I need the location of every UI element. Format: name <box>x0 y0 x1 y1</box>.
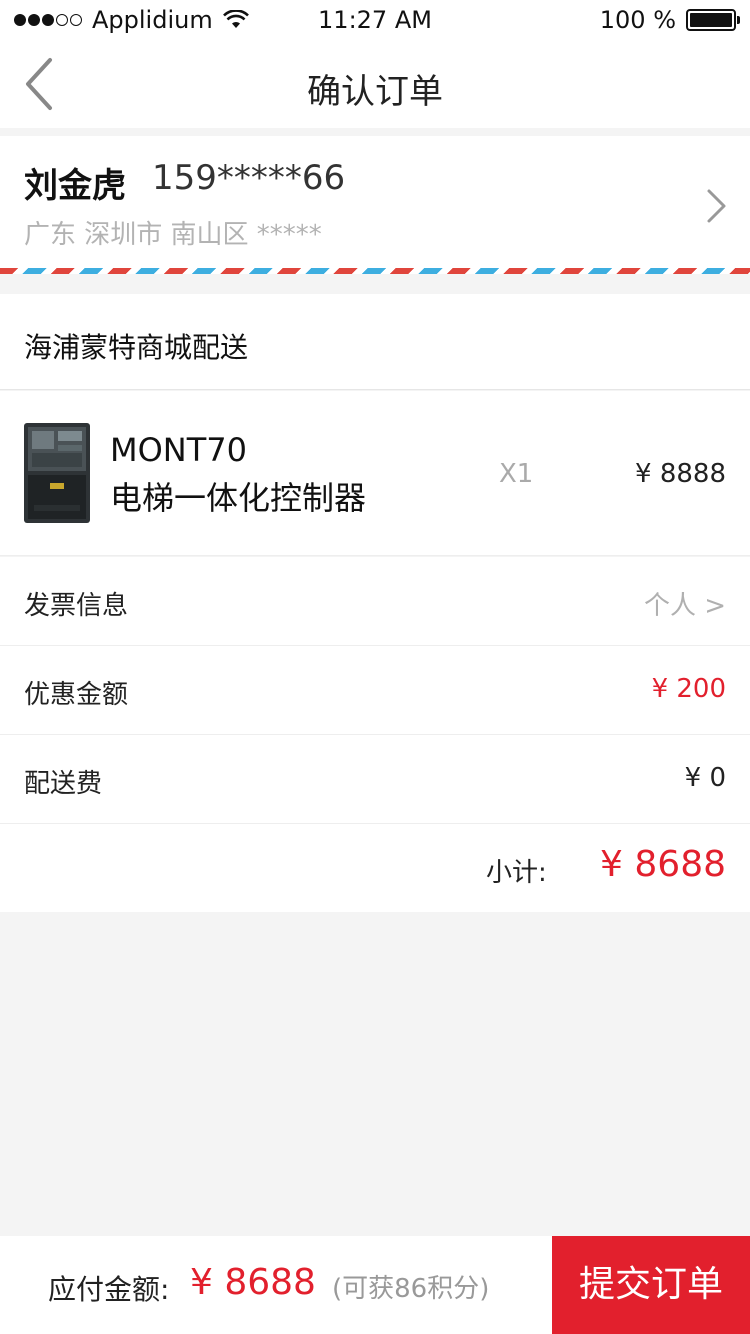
shipping-row: 配送费 ¥ 0 <box>0 735 750 824</box>
payable-label: 应付金额: <box>48 1273 170 1306</box>
address-card[interactable]: 刘金虎 159*****66 广东 深圳市 南山区 ***** <box>0 136 750 274</box>
nav-bar: 确认订单 <box>0 40 750 128</box>
recipient-address: 广东 深圳市 南山区 ***** <box>24 220 322 250</box>
shop-name: 海浦蒙特商城配送 <box>24 331 249 364</box>
product-image <box>24 423 90 523</box>
shipping-value: ¥ 0 <box>684 763 726 793</box>
checkout-bar: 应付金额: ¥ 8688 (可获86积分) 提交订单 <box>0 1236 750 1334</box>
airmail-stripe-divider <box>0 268 750 274</box>
page-title: 确认订单 <box>307 72 443 112</box>
product-name: 电梯一体化控制器 <box>110 479 367 517</box>
subtotal-row: 小计: ¥ 8688 <box>0 824 750 912</box>
recipient-name: 刘金虎 <box>24 166 126 206</box>
submit-order-button[interactable]: 提交订单 <box>552 1236 750 1334</box>
product-quantity: X1 <box>499 459 534 489</box>
battery-icon <box>686 9 740 31</box>
shop-header: 海浦蒙特商城配送 <box>0 294 750 390</box>
recipient-phone: 159*****66 <box>152 158 346 198</box>
payable-amount: ¥ 8688 <box>190 1262 316 1303</box>
status-bar: Applidium 11:27 AM 100 % <box>0 0 750 40</box>
shipping-label: 配送费 <box>24 769 103 799</box>
invoice-row[interactable]: 发票信息 个人 > <box>0 557 750 646</box>
product-model: MONT70 <box>110 431 247 469</box>
product-item[interactable]: MONT70 电梯一体化控制器 X1 ¥ 8888 <box>0 391 750 556</box>
status-right: 100 % <box>599 6 740 34</box>
discount-row: 优惠金额 ¥ 200 <box>0 646 750 735</box>
discount-label: 优惠金额 <box>24 680 129 710</box>
subtotal-value: ¥ 8688 <box>600 844 726 885</box>
invoice-value: 个人 > <box>643 591 726 621</box>
discount-value: ¥ 200 <box>651 674 726 704</box>
battery-percent: 100 % <box>599 6 676 34</box>
product-price: ¥ 8888 <box>635 459 726 489</box>
points-note: (可获86积分) <box>332 1274 490 1304</box>
subtotal-label: 小计: <box>486 858 547 888</box>
invoice-label: 发票信息 <box>24 591 129 621</box>
chevron-right-icon <box>707 189 726 223</box>
